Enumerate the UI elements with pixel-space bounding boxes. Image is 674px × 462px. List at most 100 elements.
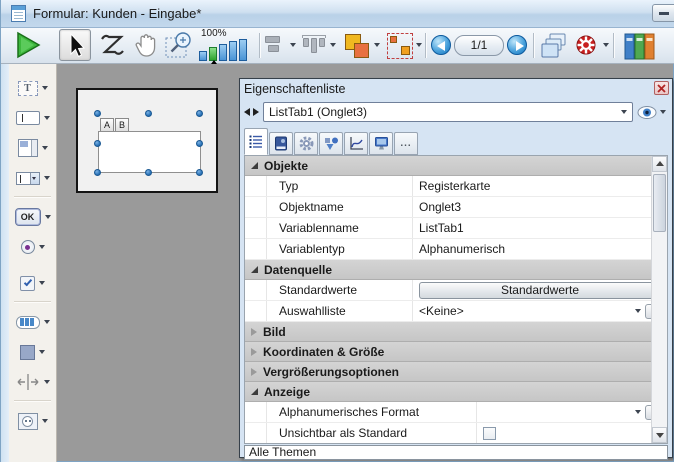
- zoom-level-control[interactable]: 100%: [197, 28, 255, 63]
- select-tool-button[interactable]: [59, 29, 91, 61]
- close-icon: [657, 84, 666, 93]
- section-objekte[interactable]: Objekte: [245, 156, 667, 176]
- dropdown-arrow-icon[interactable]: [635, 309, 641, 313]
- alignment-tool-button[interactable]: [265, 36, 280, 52]
- next-control-arrow-icon[interactable]: [253, 108, 259, 116]
- splitter-dropdown-arrow[interactable]: [44, 380, 50, 384]
- theme-filter-bar[interactable]: Alle Themen: [244, 445, 668, 460]
- socket-control-tool[interactable]: [9, 407, 56, 435]
- combo-dropdown-arrow[interactable]: [44, 176, 50, 180]
- selection-handle[interactable]: [196, 140, 203, 147]
- collapsed-icon: [251, 328, 257, 336]
- selection-handle[interactable]: [94, 110, 101, 117]
- tab-chart[interactable]: [344, 132, 368, 155]
- designed-tab-body[interactable]: [98, 131, 201, 173]
- static-text-tool[interactable]: T: [9, 74, 56, 102]
- socket-dropdown-arrow[interactable]: [42, 419, 48, 423]
- selection-handle[interactable]: [145, 110, 152, 117]
- section-bild[interactable]: Bild: [245, 322, 667, 342]
- selection-handle[interactable]: [145, 169, 152, 176]
- minimize-button[interactable]: [652, 4, 674, 22]
- tab-order-tool-button[interactable]: [98, 31, 126, 62]
- designed-tab-a[interactable]: A: [100, 118, 114, 131]
- button-control-icon: OK: [15, 208, 41, 226]
- button-control-tool[interactable]: OK: [9, 203, 56, 231]
- tab-overflow[interactable]: ...: [394, 132, 418, 155]
- panel-control-tool[interactable]: [9, 338, 56, 366]
- property-label: Typ: [267, 176, 413, 196]
- panel-close-button[interactable]: [654, 81, 669, 95]
- progressbar-dropdown-arrow[interactable]: [44, 320, 50, 324]
- tab-settings[interactable]: [294, 132, 318, 155]
- section-koordinaten[interactable]: Koordinaten & Größe: [245, 342, 667, 362]
- section-vergroesserung[interactable]: Vergrößerungsoptionen: [245, 362, 667, 382]
- checkbox-control-tool[interactable]: [9, 269, 56, 297]
- multiselect-dropdown-arrow[interactable]: [416, 43, 422, 47]
- edit-control-tool[interactable]: [9, 104, 56, 132]
- property-value-cell[interactable]: ...: [477, 402, 667, 422]
- eye-dropdown-arrow[interactable]: [660, 110, 666, 114]
- palette-separator: [14, 196, 51, 197]
- standardwerte-button[interactable]: Standardwerte: [419, 282, 661, 299]
- shapes-icon: [324, 136, 339, 151]
- property-value: ListTab1: [419, 221, 464, 235]
- control-selector-combobox[interactable]: ListTab1 (Onglet3): [263, 102, 633, 122]
- designed-tab-b[interactable]: B: [115, 118, 129, 131]
- progressbar-control-tool[interactable]: [9, 308, 56, 336]
- property-value-cell[interactable]: <Keine>...: [413, 301, 667, 321]
- previous-control-arrow-icon[interactable]: [244, 108, 250, 116]
- minimize-icon: [659, 12, 669, 15]
- section-anzeige[interactable]: Anzeige: [245, 382, 667, 402]
- section-datenquelle[interactable]: Datenquelle: [245, 260, 667, 280]
- distribution-dropdown-arrow[interactable]: [330, 43, 336, 47]
- radio-dropdown-arrow[interactable]: [39, 245, 45, 249]
- order-tool-button[interactable]: [343, 32, 371, 60]
- scrollbar-thumb[interactable]: [653, 174, 666, 232]
- next-page-button[interactable]: [507, 35, 527, 55]
- alignment-dropdown-arrow[interactable]: [290, 43, 296, 47]
- catalog-button[interactable]: [621, 31, 657, 64]
- scrollbar-down-button[interactable]: [652, 427, 667, 443]
- selection-handle[interactable]: [94, 140, 101, 147]
- settings-dropdown-arrow[interactable]: [603, 43, 609, 47]
- zoom-pointer-icon: [211, 60, 217, 64]
- eye-icon[interactable]: [637, 106, 657, 119]
- property-label: Unsichtbar als Standard: [267, 423, 477, 444]
- property-value-cell[interactable]: ListTab1: [413, 218, 667, 238]
- tab-display[interactable]: [369, 132, 393, 155]
- splitter-control-tool[interactable]: [9, 368, 56, 396]
- radio-control-tool[interactable]: [9, 233, 56, 261]
- edit-dropdown-arrow[interactable]: [44, 116, 50, 120]
- list-control-tool[interactable]: [9, 134, 56, 162]
- dropdown-arrow-icon[interactable]: [635, 410, 641, 414]
- settings-gear-button[interactable]: [574, 33, 598, 60]
- tab-general[interactable]: [244, 128, 268, 155]
- combo-control-tool[interactable]: [9, 164, 56, 192]
- tab-details[interactable]: [269, 132, 293, 155]
- tab-style[interactable]: [319, 132, 343, 155]
- multiselect-tool-button[interactable]: [387, 33, 413, 59]
- property-value-cell[interactable]: Onglet3: [413, 197, 667, 217]
- order-dropdown-arrow[interactable]: [374, 43, 380, 47]
- run-test-button[interactable]: [13, 30, 43, 63]
- panel-dropdown-arrow[interactable]: [39, 350, 45, 354]
- previous-page-button[interactable]: [431, 35, 451, 55]
- checkbox-dropdown-arrow[interactable]: [39, 281, 45, 285]
- distribution-tool-button[interactable]: [301, 34, 327, 58]
- grid-scrollbar[interactable]: [651, 156, 667, 443]
- unsichtbar-checkbox[interactable]: [483, 427, 496, 440]
- property-value-cell[interactable]: Registerkarte: [413, 176, 667, 196]
- selector-dropdown-arrow[interactable]: [621, 110, 627, 114]
- selection-handle[interactable]: [94, 169, 101, 176]
- list-dropdown-arrow[interactable]: [42, 146, 48, 150]
- window-list-button[interactable]: [540, 32, 568, 63]
- form-design-surface[interactable]: A B: [76, 88, 218, 193]
- property-value-cell[interactable]: Alphanumerisch: [413, 239, 667, 259]
- zoom-tool-button[interactable]: [164, 30, 194, 63]
- scrollbar-up-button[interactable]: [652, 156, 667, 172]
- selection-handle[interactable]: [196, 169, 203, 176]
- selection-handle[interactable]: [196, 110, 203, 117]
- static-text-dropdown-arrow[interactable]: [42, 86, 48, 90]
- button-dropdown-arrow[interactable]: [45, 215, 51, 219]
- pan-tool-button[interactable]: [131, 30, 161, 63]
